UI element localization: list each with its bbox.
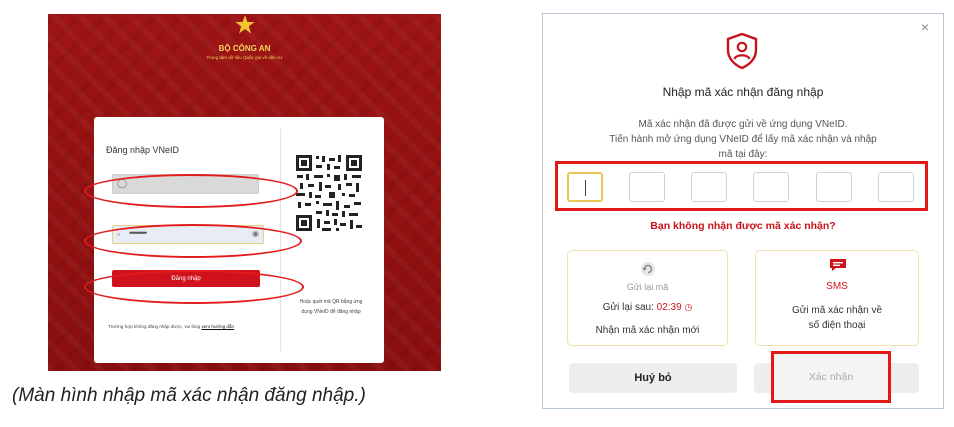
qr-caption-line: Hoặc quét mã QR bằng ứng (299, 299, 363, 305)
close-icon[interactable]: × (921, 19, 929, 35)
sms-description-line: Gửi mã xác nhận về (791, 305, 883, 316)
highlight-frame-otp (555, 161, 928, 211)
sms-message-icon (830, 259, 846, 271)
refresh-icon (641, 262, 655, 276)
ministry-subtitle: Trung tâm dữ liệu Quốc gia về dân cư (206, 55, 283, 60)
sms-description: Gửi mã xác nhận về số điện thoại (756, 303, 918, 333)
qr-caption-line: dụng VNeID để đăng nhập (301, 309, 361, 315)
qr-caption: Hoặc quét mã QR bằng ứng dụng VNeID để đ… (286, 297, 376, 317)
help-text-label: Trường hợp không đăng nhập được, vui lòn… (108, 324, 201, 329)
figure-caption: (Màn hình nhập mã xác nhận đăng nhập.) (12, 385, 366, 406)
resend-description: Nhận mã xác nhận mới (595, 325, 700, 336)
cancel-button[interactable]: Huỷ bỏ (569, 363, 737, 393)
highlight-ellipse-username (84, 174, 298, 208)
description-line: Tiến hành mở ứng dụng VNeID để lấy mã xá… (609, 134, 877, 145)
highlight-ellipse-password (84, 224, 302, 258)
resend-timer: Gửi lại sau: 02:39 ◷ (568, 302, 727, 313)
sms-description-line: số điện thoại (808, 320, 866, 331)
modal-description: Mã xác nhận đã được gửi về ứng dụng VNeI… (568, 117, 918, 162)
description-line: Mã xác nhận đã được gửi về ứng dụng VNeI… (638, 119, 848, 130)
sms-option-card[interactable]: SMS Gửi mã xác nhận về số điện thoại (755, 250, 919, 346)
star-emblem-icon (235, 15, 255, 34)
resend-code-card[interactable]: Gửi lại mã Gửi lại sau: 02:39 ◷ Nhận mã … (567, 250, 728, 346)
no-code-link[interactable]: Bạn không nhận được mã xác nhận? (543, 220, 943, 232)
modal-title: Nhập mã xác nhận đăng nhập (662, 85, 824, 99)
help-link[interactable]: xem hướng dẫn (201, 324, 234, 329)
resend-timer-label: Gửi lại sau: (602, 302, 654, 313)
ministry-name: BỘ CÔNG AN (218, 44, 271, 53)
otp-modal: × Nhập mã xác nhận đăng nhập Mã xác nhận… (542, 13, 944, 409)
vneid-login-screenshot: BỘ CÔNG AN Trung tâm dữ liệu Quốc gia về… (48, 14, 441, 371)
countdown-value: 02:39 (656, 302, 682, 313)
clock-icon: ◷ (684, 302, 693, 312)
confirm-button[interactable]: Xác nhận (771, 351, 891, 403)
help-text: Trường hợp không đăng nhập được, vui lòn… (108, 324, 234, 329)
description-line: mã tại đây: (718, 149, 768, 160)
qr-code-icon (294, 153, 364, 233)
login-title: Đăng nhập VNeID (106, 145, 180, 155)
resend-title: Gửi lại mã (626, 282, 669, 292)
highlight-ellipse-login-button (84, 270, 304, 304)
shield-user-icon (726, 32, 758, 70)
sms-title: SMS (826, 281, 848, 292)
